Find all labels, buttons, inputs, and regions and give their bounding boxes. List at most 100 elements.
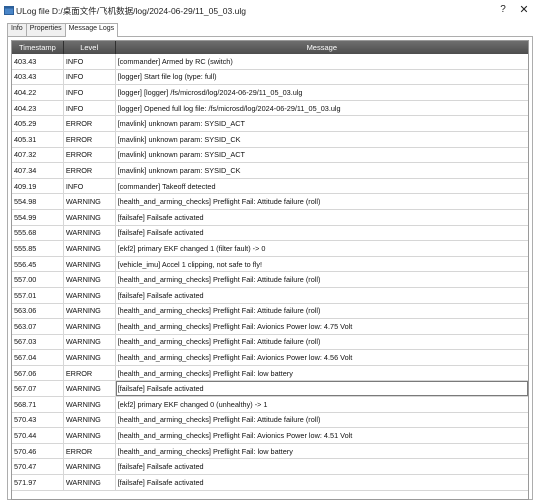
level-cell: WARNING	[64, 287, 116, 303]
timestamp-cell: 567.06	[12, 365, 64, 381]
message-cell: [logger] Start file log (type: full)	[117, 72, 217, 82]
message-cell: [health_and_arming_checks] Preflight Fai…	[117, 368, 293, 378]
level-cell: WARNING	[64, 350, 116, 365]
timestamp-cell: 554.98	[12, 194, 64, 209]
table-row[interactable]: 567.04 WARNING [health_and_arming_checks] …	[12, 350, 528, 366]
app-icon	[4, 6, 14, 15]
table-row[interactable]: 563.06 WARNING [health_and_arming_checks] …	[12, 303, 528, 320]
close-button[interactable]: ✕	[517, 3, 531, 16]
table-header: Timestamp Level Message	[12, 41, 528, 54]
level-cell: WARNING	[64, 397, 116, 412]
message-cell: [mavlink] unknown param: SYSID_ACT	[117, 150, 245, 160]
message-cell: [health_and_arming_checks] Preflight Fai…	[117, 197, 321, 207]
message-cell: [health_and_arming_checks] Preflight Fai…	[117, 431, 353, 441]
table-row[interactable]: 563.07 WARNING [health_and_arming_checks] …	[12, 319, 528, 335]
message-cell: [logger] Opened full log file: /fs/micro…	[117, 103, 341, 113]
level-cell: WARNING	[64, 319, 116, 334]
message-cell: [mavlink] unknown param: SYSID_CK	[117, 134, 241, 144]
level-cell: WARNING	[64, 381, 116, 397]
table-row[interactable]: 557.01 WARNING [failsafe] Failsafe activat…	[12, 287, 528, 304]
message-cell: [failsafe] Failsafe activated	[117, 228, 204, 238]
level-cell: INFO	[64, 85, 116, 100]
timestamp-cell: 403.43	[12, 69, 64, 85]
timestamp-cell: 407.34	[12, 163, 64, 178]
table-row[interactable]: 557.00 WARNING [health_and_arming_checks] …	[12, 272, 528, 288]
timestamp-cell: 563.07	[12, 319, 64, 334]
help-button[interactable]: ?	[497, 4, 509, 15]
timestamp-cell: 404.23	[12, 100, 64, 116]
title-bar: ULog file D:/桌面文件/飞机数据/log/2024-06-29/11…	[0, 0, 537, 22]
table-row[interactable]: 407.32 ERROR [mavlink] unknown param: SYSI…	[12, 147, 528, 164]
level-cell: WARNING	[64, 459, 116, 475]
table-row[interactable]: 404.22 INFO [logger] [logger] /fs/microsd/…	[12, 85, 528, 101]
table-row[interactable]: 554.99 WARNING [failsafe] Failsafe activat…	[12, 209, 528, 226]
table-row[interactable]: 404.23 INFO [logger] Opened full log file:…	[12, 100, 528, 117]
message-cell: [health_and_arming_checks] Preflight Fai…	[117, 353, 353, 363]
timestamp-cell: 570.43	[12, 412, 64, 428]
timestamp-cell: 555.85	[12, 241, 64, 256]
table-row[interactable]: 403.43 INFO [logger] Start file log (type:…	[12, 69, 528, 86]
table-row[interactable]: 568.71 WARNING [ekf2] primary EKF changed …	[12, 397, 528, 413]
timestamp-cell: 571.97	[12, 475, 64, 490]
message-cell: [failsafe] Failsafe activated	[117, 477, 204, 487]
level-cell: WARNING	[64, 225, 116, 241]
table-row[interactable]: 570.43 WARNING [health_and_arming_checks] …	[12, 412, 528, 429]
table-row[interactable]: 567.06 ERROR [health_and_arming_checks] Pr…	[12, 365, 528, 382]
column-header-message[interactable]: Message	[116, 41, 528, 54]
message-cell: [mavlink] unknown param: SYSID_ACT	[117, 119, 245, 129]
timestamp-cell: 404.22	[12, 85, 64, 100]
table-row[interactable]: 571.97 WARNING [failsafe] Failsafe activat…	[12, 475, 528, 491]
table-row[interactable]: 570.44 WARNING [health_and_arming_checks] …	[12, 428, 528, 444]
message-cell: [failsafe] Failsafe activated	[117, 212, 204, 222]
message-cell: [logger] [logger] /fs/microsd/log/2024-0…	[117, 87, 303, 97]
timestamp-cell: 557.01	[12, 287, 64, 303]
timestamp-cell: 570.46	[12, 443, 64, 459]
column-header-level[interactable]: Level	[64, 41, 116, 54]
level-cell: WARNING	[64, 303, 116, 319]
table-body: 403.43 INFO [commander] Armed by RC (switc…	[12, 54, 528, 491]
timestamp-cell: 557.00	[12, 272, 64, 287]
timestamp-cell: 567.03	[12, 334, 64, 350]
table-row[interactable]: 570.46 ERROR [health_and_arming_checks] Pr…	[12, 443, 528, 460]
message-cell: [mavlink] unknown param: SYSID_CK	[117, 165, 241, 175]
level-cell: ERROR	[64, 131, 116, 147]
table-row[interactable]: 555.68 WARNING [failsafe] Failsafe activat…	[12, 225, 528, 242]
timestamp-cell: 556.45	[12, 256, 64, 272]
tab-message-logs[interactable]: Message Logs	[64, 23, 119, 37]
timestamp-cell: 570.44	[12, 428, 64, 443]
table-row[interactable]: 554.98 WARNING [health_and_arming_checks] …	[12, 194, 528, 210]
level-cell: WARNING	[64, 209, 116, 225]
message-cell: [failsafe] Failsafe activated	[117, 462, 204, 472]
message-cell: [health_and_arming_checks] Preflight Fai…	[117, 415, 321, 425]
tab-info[interactable]: Info	[7, 23, 27, 36]
timestamp-cell: 407.32	[12, 147, 64, 163]
column-header-timestamp[interactable]: Timestamp	[12, 41, 64, 54]
timestamp-cell: 403.43	[12, 54, 64, 69]
window-title: ULog file D:/桌面文件/飞机数据/log/2024-06-29/11…	[16, 6, 246, 16]
table-row[interactable]: 405.29 ERROR [mavlink] unknown param: SYSI…	[12, 116, 528, 132]
tab-properties[interactable]: Properties	[25, 23, 66, 36]
level-cell: WARNING	[64, 412, 116, 428]
table-row[interactable]: 567.03 WARNING [health_and_arming_checks] …	[12, 334, 528, 351]
timestamp-cell: 554.99	[12, 209, 64, 225]
level-cell: INFO	[64, 54, 116, 69]
table-row[interactable]: 409.19 INFO [commander] Takeoff detected	[12, 178, 528, 195]
timestamp-cell: 568.71	[12, 397, 64, 412]
table-row[interactable]: 405.31 ERROR [mavlink] unknown param: SYSI…	[12, 131, 528, 148]
level-cell: WARNING	[64, 194, 116, 209]
table-row[interactable]: 556.45 WARNING [vehicle_imu] Accel 1 clipp…	[12, 256, 528, 273]
table-row[interactable]: 555.85 WARNING [ekf2] primary EKF changed …	[12, 241, 528, 257]
message-cell: [failsafe] Failsafe activated	[115, 381, 528, 397]
tab-bar: Info Properties Message Logs	[7, 23, 119, 37]
table-row[interactable]: 403.43 INFO [commander] Armed by RC (switc…	[12, 54, 528, 70]
table-row[interactable]: 407.34 ERROR [mavlink] unknown param: SYSI…	[12, 163, 528, 179]
level-cell: WARNING	[64, 428, 116, 443]
message-cell: [health_and_arming_checks] Preflight Fai…	[117, 337, 321, 347]
table-row[interactable]: 570.47 WARNING [failsafe] Failsafe activat…	[12, 459, 528, 476]
message-log-table[interactable]: Timestamp Level Message 403.43 INFO [comma…	[11, 40, 529, 500]
level-cell: ERROR	[64, 443, 116, 459]
message-cell: [commander] Armed by RC (switch)	[117, 56, 233, 66]
message-cell: [health_and_arming_checks] Preflight Fai…	[117, 306, 321, 316]
table-row[interactable]: 567.07 WARNING [failsafe] Failsafe activat…	[12, 381, 528, 398]
timestamp-cell: 555.68	[12, 225, 64, 241]
